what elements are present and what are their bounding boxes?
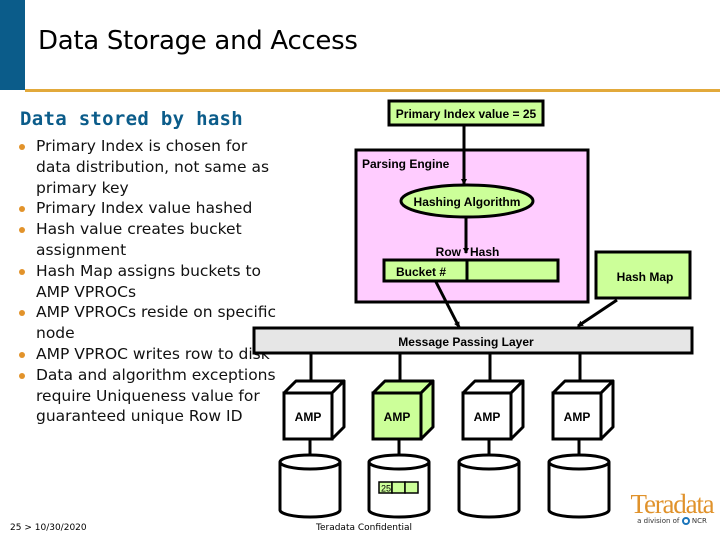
parsing-engine-label: Parsing Engine [362,157,450,171]
footer-confidential: Teradata Confidential [316,523,413,533]
row-label: Row [436,245,462,259]
amp-unit: AMP [278,354,346,519]
stored-row: 25 [378,481,419,494]
amp-group-container: AMP AMP 25 AMP AMP [278,354,615,519]
primary-index-label: Primary Index value = 25 [396,107,537,121]
amp-label: AMP [474,410,501,424]
amp-label: AMP [295,410,322,424]
stored-row-value: 25 [381,484,391,494]
teradata-logo: Teradata a division of NCR [624,490,720,525]
hash-label: Hash [470,245,499,259]
bucket-label: Bucket # [396,265,446,279]
amp-unit: AMP [457,354,525,519]
stored-row-cell [404,481,419,494]
amp-cube-side [599,379,615,441]
logo-subtext: a division of NCR [637,517,707,525]
page-separator: > [24,523,32,533]
disk-top [278,453,342,471]
amp-cube-side [330,379,346,441]
hash-distribution-diagram: Parsing Engine Primary Index value = 25 … [252,99,694,519]
footer-page-info: 25 > 10/30/2020 [10,523,87,533]
amp-unit: AMP 25 [367,354,435,519]
amp-label: AMP [384,410,411,424]
amp-unit: AMP [547,354,615,519]
amp-cube-side [509,379,525,441]
disk-top [547,453,611,471]
amp-cube-side [419,379,435,441]
page-number: 25 [10,523,22,533]
disk-top [367,453,431,471]
stored-row-cell [391,481,406,494]
ncr-logo-icon [681,517,690,525]
hash-map-label: Hash Map [617,270,674,284]
hashing-algorithm-label: Hashing Algorithm [414,195,521,209]
arrow-hashmap-to-mpl [577,298,618,328]
message-passing-layer-label: Message Passing Layer [398,335,534,349]
logo-wordmark: Teradata [630,489,715,519]
disk-top [457,453,521,471]
amp-label: AMP [564,410,591,424]
footer-date: 10/30/2020 [34,523,87,533]
